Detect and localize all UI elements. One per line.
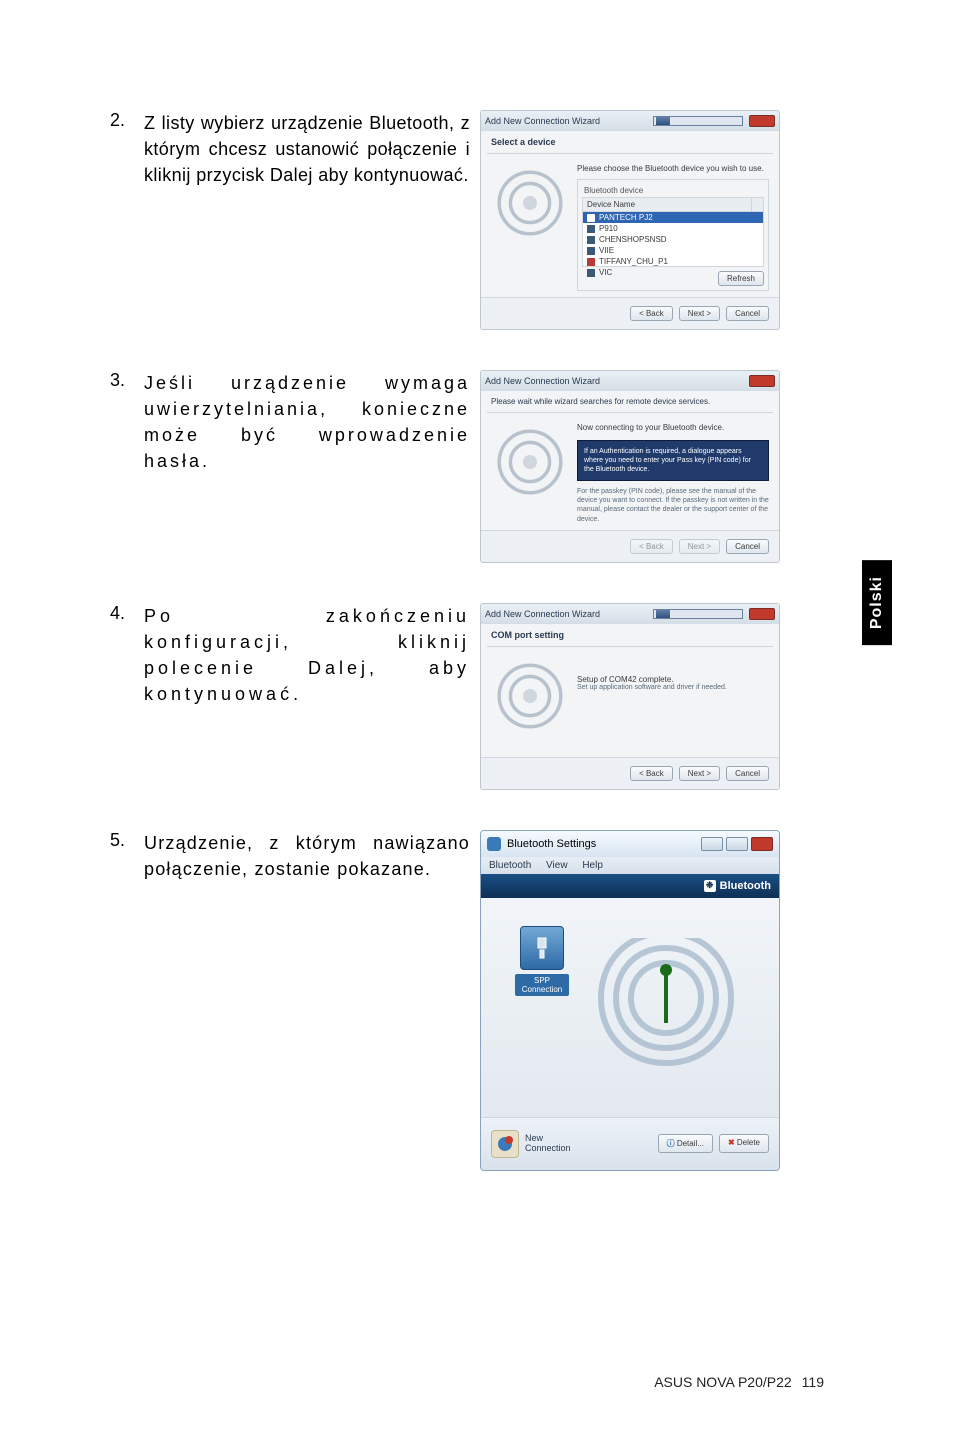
paired-device-icon[interactable]: SPPConnection — [515, 926, 569, 996]
step-number: 3. — [110, 370, 144, 391]
section-label: Please wait while wizard searches for re… — [481, 391, 779, 412]
disc-icon — [491, 657, 569, 735]
page-number: 119 — [802, 1374, 824, 1390]
list-item[interactable]: VIIE — [583, 245, 763, 256]
device-icon — [587, 236, 595, 244]
close-icon[interactable] — [749, 608, 775, 620]
maximize-icon[interactable] — [726, 837, 748, 851]
menu-help[interactable]: Help — [582, 860, 603, 871]
dialog-com-port: Add New Connection Wizard COM port setti… — [480, 603, 780, 790]
step-text: Z listy wybierz urządzenie Bluetooth, z … — [144, 110, 470, 188]
help-text: For the passkey (PIN code), please see t… — [577, 487, 769, 523]
status-text: Now connecting to your Bluetooth device. — [577, 423, 769, 432]
close-icon[interactable] — [749, 115, 775, 127]
dialog-title: Add New Connection Wizard — [485, 376, 617, 386]
next-button[interactable]: Next > — [679, 306, 720, 321]
back-button: < Back — [630, 539, 673, 554]
cancel-button[interactable]: Cancel — [726, 539, 769, 554]
close-icon[interactable] — [749, 375, 775, 387]
disc-icon — [491, 164, 569, 242]
next-button[interactable]: Next > — [679, 766, 720, 781]
dialog-searching: Add New Connection Wizard Please wait wh… — [480, 370, 780, 563]
step-text: Jeśli urządzenie wymaga uwierzytelniania… — [144, 370, 470, 474]
window-title: Bluetooth Settings — [507, 838, 701, 850]
step-number: 4. — [110, 603, 144, 624]
list-item[interactable]: TIFFANY_CHU_P1 — [583, 256, 763, 267]
hint-text: Please choose the Bluetooth device you w… — [577, 164, 769, 173]
app-icon — [487, 837, 501, 851]
device-canvas: SPPConnection — [481, 898, 779, 1118]
new-connection-icon — [491, 1130, 519, 1158]
bluetooth-settings-window: Bluetooth Settings Bluetooth View Help ❉… — [480, 830, 780, 1171]
progress-bar — [653, 609, 743, 619]
menu-view[interactable]: View — [546, 860, 568, 871]
section-label: COM port setting — [481, 624, 779, 646]
next-button: Next > — [679, 539, 720, 554]
brand-band: ❉ Bluetooth — [481, 874, 779, 898]
status-text: Setup of COM42 complete. — [577, 675, 769, 684]
device-icon — [587, 225, 595, 233]
list-item[interactable]: P910 — [583, 223, 763, 234]
detail-button[interactable]: ⓘ Detail... — [658, 1134, 713, 1153]
device-sub: Connection — [522, 985, 562, 994]
close-icon[interactable] — [751, 837, 773, 851]
back-button[interactable]: < Back — [630, 306, 673, 321]
bluetooth-logo-icon: ❉ — [704, 880, 716, 892]
step-number: 2. — [110, 110, 144, 131]
list-item[interactable]: CHENSHOPSNSD — [583, 234, 763, 245]
dialog-title: Add New Connection Wizard — [485, 116, 653, 126]
menu-bar: Bluetooth View Help — [481, 857, 779, 874]
status-text-sub: Set up application software and driver i… — [577, 684, 769, 691]
progress-bar — [653, 116, 743, 126]
device-listbox[interactable]: Device Name PANTECH PJ2 P910 CHENSHOPSNS… — [582, 197, 764, 267]
device-icon — [587, 247, 595, 255]
disc-icon — [491, 423, 569, 501]
refresh-button[interactable]: Refresh — [718, 271, 764, 286]
dialog-title: Add New Connection Wizard — [485, 609, 653, 619]
product-name: ASUS NOVA P20/P22 — [654, 1374, 791, 1390]
signal-icon — [591, 938, 741, 1073]
groupbox-label: Bluetooth device — [582, 184, 764, 197]
device-icon — [587, 214, 595, 222]
column-header[interactable]: Device Name — [583, 198, 751, 211]
dialog-select-device: Add New Connection Wizard Select a devic… — [480, 110, 780, 330]
device-icon — [587, 258, 595, 266]
device-icon — [587, 269, 595, 277]
cancel-button[interactable]: Cancel — [726, 306, 769, 321]
device-name: SPP — [534, 976, 550, 985]
step-text: Urządzenie, z którym nawiązano połączeni… — [144, 830, 470, 882]
menu-bluetooth[interactable]: Bluetooth — [489, 860, 531, 871]
step-text: Po zakończeniu konfiguracji, kliknij pol… — [144, 603, 470, 707]
back-button[interactable]: < Back — [630, 766, 673, 781]
cancel-button[interactable]: Cancel — [726, 766, 769, 781]
step-number: 5. — [110, 830, 144, 851]
delete-button[interactable]: ✖ Delete — [719, 1134, 769, 1153]
minimize-icon[interactable] — [701, 837, 723, 851]
new-connection-button[interactable]: NewConnection — [491, 1130, 571, 1158]
page-footer: ASUS NOVA P20/P22 119 — [110, 1374, 824, 1390]
section-label: Select a device — [481, 131, 779, 153]
language-tab: Polski — [862, 560, 892, 645]
info-box: If an Authentication is required, a dial… — [577, 440, 769, 481]
list-item[interactable]: PANTECH PJ2 — [583, 212, 763, 223]
